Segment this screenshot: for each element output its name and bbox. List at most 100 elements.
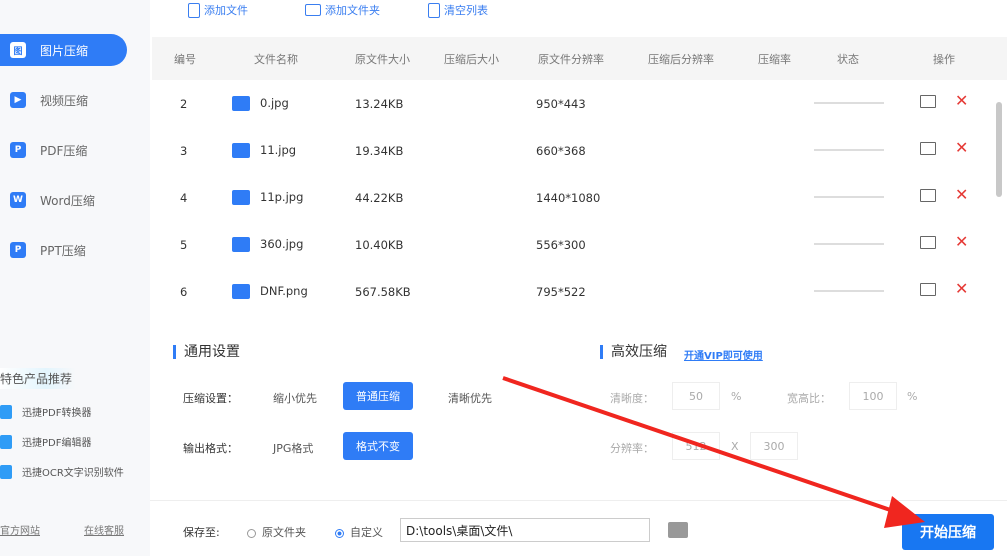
row-number: 6 — [180, 284, 188, 299]
file-size: 19.34KB — [355, 143, 404, 158]
sidebar-item-ppt[interactable]: P PPT压缩 — [0, 234, 127, 266]
delete-icon[interactable]: ✕ — [955, 232, 968, 251]
radio-original-folder[interactable]: 原文件夹 — [247, 524, 306, 540]
row-number: 3 — [180, 143, 188, 158]
official-site-link[interactable]: 官方网站 — [0, 522, 40, 537]
image-thumbnail-icon — [232, 143, 250, 158]
table-row[interactable]: 4 11p.jpg 44.22KB 1440*1080 ✕ — [152, 174, 1007, 221]
label: 添加文件夹 — [325, 4, 380, 17]
file-name: 360.jpg — [232, 237, 303, 252]
file-resolution: 1440*1080 — [536, 190, 601, 205]
progress-bar — [814, 196, 884, 198]
label: 11.jpg — [260, 143, 297, 157]
general-settings-title: 通用设置 — [173, 345, 240, 359]
table-row[interactable]: 2 0.jpg 13.24KB 950*443 ✕ — [152, 80, 1007, 127]
progress-bar — [814, 290, 884, 292]
row-number: 4 — [180, 190, 188, 205]
ratio-input[interactable]: 100 — [849, 382, 897, 410]
col-header: 操作 — [933, 52, 955, 66]
file-size: 13.24KB — [355, 96, 404, 111]
label: Word压缩 — [40, 193, 95, 208]
toolbar: 添加文件 添加文件夹 清空列表 — [150, 0, 1007, 30]
ppt-icon: P — [10, 242, 26, 258]
resolution-height-input[interactable]: 300 — [750, 432, 798, 460]
delete-icon[interactable]: ✕ — [955, 185, 968, 204]
open-folder-icon[interactable] — [920, 236, 936, 249]
pdf-icon: P — [10, 142, 26, 158]
delete-icon[interactable]: ✕ — [955, 279, 968, 298]
file-name: 11.jpg — [232, 143, 296, 158]
table-row[interactable]: 3 11.jpg 19.34KB 660*368 ✕ — [152, 127, 1007, 174]
compress-setting-label: 压缩设置： — [183, 392, 238, 405]
label: PDF压缩 — [40, 143, 88, 158]
start-compress-button[interactable]: 开始压缩 — [902, 514, 994, 550]
recommend-item[interactable]: 迅捷OCR文字识别软件 — [0, 464, 124, 479]
table-scrollbar[interactable] — [995, 82, 1003, 322]
radio-icon — [247, 528, 256, 538]
label: 视频压缩 — [40, 93, 89, 108]
add-folder-button[interactable]: 添加文件夹 — [305, 2, 380, 18]
file-size: 44.22KB — [355, 190, 404, 205]
resolution-width-input[interactable]: 512 — [672, 432, 720, 460]
table-row[interactable]: 5 360.jpg 10.40KB 556*300 ✕ — [152, 221, 1007, 268]
add-folder-icon — [305, 4, 321, 16]
delete-icon[interactable]: ✕ — [955, 91, 968, 110]
progress-bar — [814, 102, 884, 104]
col-header: 压缩后分辨率 — [648, 52, 714, 66]
file-name: 11p.jpg — [232, 190, 303, 205]
option-clarity[interactable]: 清晰优先 — [448, 390, 492, 406]
recommend-item[interactable]: 迅捷PDF转换器 — [0, 404, 91, 419]
image-thumbnail-icon — [232, 237, 250, 252]
option-jpg[interactable]: JPG格式 — [273, 440, 313, 456]
row-number: 2 — [180, 96, 188, 111]
radio-custom[interactable]: 自定义 — [335, 524, 383, 540]
radio-checked-icon — [335, 528, 344, 538]
save-path-input[interactable]: D:\tools\桌面\文件\ — [400, 518, 650, 542]
save-to-label: 保存至: — [183, 526, 220, 539]
option-smaller[interactable]: 缩小优先 — [273, 390, 317, 406]
pdf-editor-icon — [0, 434, 12, 449]
sidebar-item-video[interactable]: ▶ 视频压缩 — [0, 84, 127, 116]
label: 清空列表 — [444, 4, 488, 17]
open-folder-icon[interactable] — [920, 95, 936, 108]
file-resolution: 660*368 — [536, 143, 586, 158]
open-folder-icon[interactable] — [920, 283, 936, 296]
sidebar-item-pdf[interactable]: P PDF压缩 — [0, 134, 127, 166]
progress-bar — [814, 149, 884, 151]
label: 迅捷PDF转换器 — [22, 408, 92, 419]
sidebar: 图图片压缩 ▶ 视频压缩 P PDF压缩 W Word压缩 P PPT压缩 特色产品推荐… — [0, 0, 150, 556]
resolution-label: 分辨率： — [610, 442, 654, 455]
label: PPT压缩 — [40, 243, 86, 258]
option-keep-format[interactable]: 格式不变 — [343, 432, 413, 460]
col-header: 原文件分辨率 — [538, 52, 604, 66]
sidebar-item-word[interactable]: W Word压缩 — [0, 184, 127, 216]
scrollbar-thumb[interactable] — [996, 102, 1002, 197]
table-row[interactable]: 6 DNF.png 567.58KB 795*522 ✕ — [152, 268, 1007, 315]
clear-list-button[interactable]: 清空列表 — [428, 2, 488, 18]
col-header: 状态 — [837, 52, 859, 66]
label: DNF.png — [260, 284, 308, 298]
recommend-item[interactable]: 迅捷PDF编辑器 — [0, 434, 91, 449]
bottom-bar: 保存至: 原文件夹 自定义 D:\tools\桌面\文件\ 开始压缩 — [150, 500, 1007, 556]
sidebar-item-image[interactable]: 图图片压缩 — [0, 34, 127, 66]
col-header: 编号 — [174, 52, 196, 66]
efficient-title: 高效压缩 — [600, 345, 667, 359]
open-folder-icon[interactable] — [920, 189, 936, 202]
label: 11p.jpg — [260, 190, 304, 204]
delete-icon[interactable]: ✕ — [955, 138, 968, 157]
file-name: 0.jpg — [232, 96, 289, 111]
online-service-link[interactable]: 在线客服 — [84, 522, 124, 537]
pdf-converter-icon — [0, 404, 12, 419]
option-normal-compress[interactable]: 普通压缩 — [343, 382, 413, 410]
folder-browse-icon[interactable] — [668, 522, 688, 538]
vip-link[interactable]: 开通VIP即可使用 — [684, 347, 763, 362]
col-header: 文件名称 — [254, 52, 298, 66]
file-name: DNF.png — [232, 284, 308, 299]
open-folder-icon[interactable] — [920, 142, 936, 155]
clarity-input[interactable]: 50 — [672, 382, 720, 410]
add-file-icon — [188, 2, 200, 18]
add-file-button[interactable]: 添加文件 — [188, 2, 248, 18]
file-resolution: 795*522 — [536, 284, 586, 299]
file-size: 567.58KB — [355, 284, 411, 299]
col-header: 压缩率 — [758, 52, 791, 66]
